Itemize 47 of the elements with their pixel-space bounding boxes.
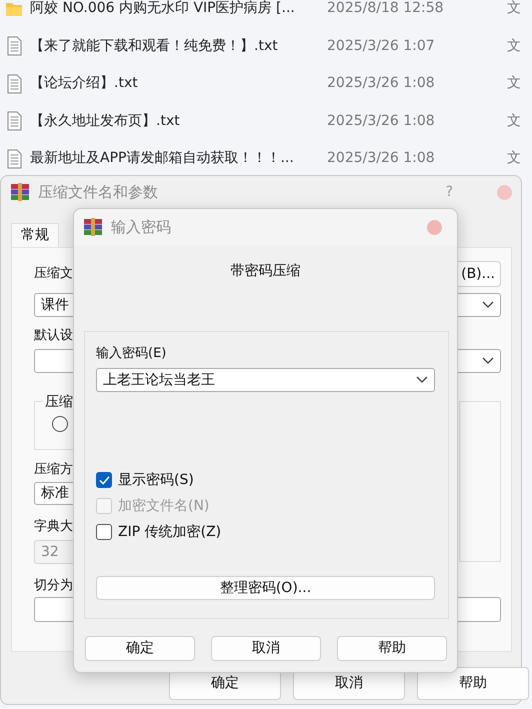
document-icon (5, 148, 23, 169)
file-type: 文 (507, 149, 521, 168)
folder-icon (5, 0, 23, 19)
chevron-down-icon (482, 301, 494, 309)
file-name[interactable]: 最新地址及APP请发邮箱自动获取！！！... (30, 148, 327, 170)
field-label: 字典大 (34, 518, 73, 536)
file-date: 2025/3/26 1:07 (327, 36, 436, 56)
checkbox-label[interactable]: 显示密码(S) (118, 470, 194, 490)
file-date: 2025/3/26 1:08 (327, 112, 436, 131)
chevron-down-icon (416, 376, 428, 384)
file-type: 文 (507, 36, 521, 56)
organize-button[interactable]: 整理密码(O)... (96, 576, 435, 600)
checkbox[interactable] (96, 472, 112, 488)
check-icon (98, 476, 110, 484)
file-name[interactable]: 【来了就能下载和观看！纯免费！】.txt (30, 36, 327, 57)
file-name[interactable]: 【永久地址发布页】.txt (30, 110, 327, 132)
file-type: 文 (507, 112, 521, 131)
file-name[interactable]: 阿姣 NO.006 内购无水印 VIP医护病房 [... (30, 0, 327, 20)
checkbox[interactable] (96, 524, 112, 540)
file-date: 2025/8/18 12:58 (327, 0, 445, 18)
dialog-button[interactable]: 确定 (85, 636, 195, 661)
file-name[interactable]: 【论坛介绍】.txt (30, 73, 327, 94)
dialog-button[interactable]: 取消 (211, 636, 321, 661)
dialog-button[interactable]: 帮助 (337, 636, 447, 661)
tab[interactable]: 常规 (11, 223, 59, 247)
archive-icon (83, 217, 103, 237)
file-type: 文 (507, 0, 521, 18)
chevron-down-icon (482, 357, 494, 365)
password-combobox[interactable]: 上老王论坛当老王 (96, 368, 435, 392)
archive-icon (10, 182, 30, 202)
radio-button[interactable] (52, 416, 68, 432)
window-title: 压缩文件名和参数 (38, 182, 158, 203)
field-label: 压缩方 (34, 461, 73, 479)
checkbox-label[interactable]: ZIP 传统加密(Z) (118, 522, 222, 542)
document-icon (5, 36, 23, 56)
field-label: 切分为 (34, 577, 73, 595)
window-title: 输入密码 (111, 216, 171, 238)
document-icon (5, 74, 23, 94)
dialog-heading: 带密码压缩 (230, 262, 302, 280)
field-label: 压缩文 (34, 265, 73, 283)
file-date: 2025/3/26 1:08 (327, 74, 436, 94)
document-icon (5, 111, 23, 132)
file-type: 文 (507, 74, 521, 94)
field-label: 输入密码(E) (96, 345, 166, 363)
dialog-button[interactable]: 帮助 (417, 667, 529, 700)
file-date: 2025/3/26 1:08 (327, 149, 436, 168)
field-label: 默认设 (34, 327, 73, 345)
